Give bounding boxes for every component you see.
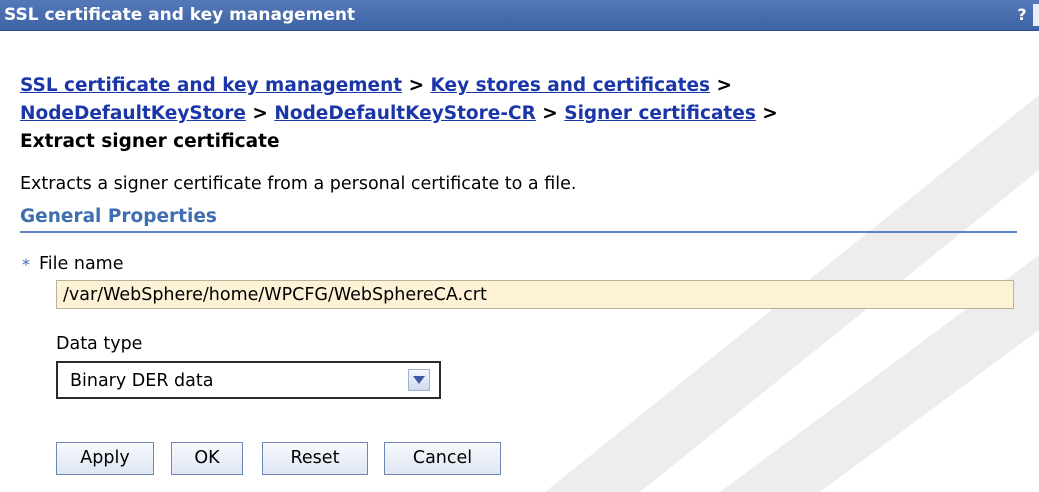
file-name-input[interactable] (56, 280, 1014, 309)
minimize-icon[interactable] (1033, 4, 1039, 26)
section-title-general-properties: General Properties (20, 206, 217, 227)
data-type-label: Data type (56, 334, 143, 354)
data-type-selected-value: Binary DER data (70, 371, 214, 391)
window-title-bar: SSL certificate and key management ? (0, 0, 1039, 31)
file-name-label: File name (39, 254, 124, 274)
chevron-down-icon (413, 376, 425, 384)
required-field-icon: * (22, 255, 30, 274)
breadcrumb-link-node-default-keystore-cr[interactable]: NodeDefaultKeyStore-CR (274, 103, 535, 124)
breadcrumb-separator: > (252, 103, 268, 124)
main-content: SSL certificate and key management > Key… (0, 0, 1039, 492)
ok-button[interactable]: OK (171, 442, 243, 475)
dropdown-arrow-button[interactable] (408, 369, 430, 391)
breadcrumb-link-ssl-management[interactable]: SSL certificate and key management (20, 75, 402, 96)
breadcrumb-separator: > (542, 103, 558, 124)
breadcrumb-link-key-stores[interactable]: Key stores and certificates (431, 75, 710, 96)
breadcrumb: SSL certificate and key management > Key… (20, 72, 1020, 156)
breadcrumb-separator: > (762, 103, 778, 124)
apply-button[interactable]: Apply (56, 442, 154, 475)
breadcrumb-separator: > (716, 75, 732, 96)
page-description: Extracts a signer certificate from a per… (20, 174, 577, 194)
cancel-button[interactable]: Cancel (384, 442, 501, 475)
reset-button[interactable]: Reset (262, 442, 368, 475)
breadcrumb-separator: > (408, 75, 425, 96)
help-icon[interactable]: ? (1013, 4, 1031, 26)
page-title: Extract signer certificate (20, 131, 280, 152)
breadcrumb-link-signer-certificates[interactable]: Signer certificates (564, 103, 756, 124)
window-title: SSL certificate and key management (4, 5, 356, 25)
data-type-select[interactable]: Binary DER data (56, 361, 441, 399)
section-divider (20, 231, 1017, 233)
breadcrumb-link-node-default-keystore[interactable]: NodeDefaultKeyStore (20, 103, 246, 124)
